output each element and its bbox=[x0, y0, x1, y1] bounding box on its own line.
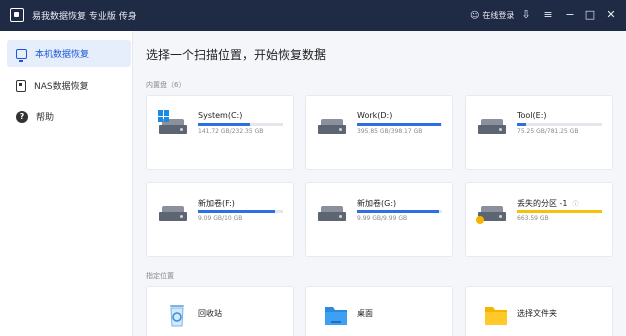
folder-icon bbox=[485, 307, 507, 325]
usage-bar-fill bbox=[517, 123, 526, 126]
usage-bar bbox=[198, 123, 283, 126]
usage-bar-fill bbox=[198, 123, 250, 126]
sidebar: 本机数据恢复 NAS数据恢复 ? 帮助 bbox=[0, 31, 133, 336]
refresh-icon[interactable]: ↻ bbox=[316, 47, 324, 58]
drive-name: Tool(E:) bbox=[517, 111, 547, 120]
sidebar-item-nas-recovery[interactable]: NAS数据恢复 bbox=[7, 72, 131, 99]
drive-size: 395.85 GB/398.17 GB bbox=[357, 128, 423, 135]
maximize-button[interactable]: □ bbox=[582, 7, 598, 23]
sidebar-item-label: NAS数据恢复 bbox=[34, 82, 89, 92]
location-card-desktop[interactable]: 桌面 bbox=[305, 286, 453, 336]
export-icon[interactable]: ⇩ bbox=[518, 7, 534, 23]
drive-icon bbox=[478, 119, 506, 134]
lost-partition-icon bbox=[476, 206, 506, 224]
drive-card-e[interactable]: Tool(E:) 75.25 GB/781.25 GB bbox=[465, 95, 613, 170]
location-card-select-folder[interactable]: 选择文件夹 bbox=[465, 286, 613, 336]
nas-icon bbox=[16, 79, 26, 92]
usage-bar bbox=[357, 210, 442, 213]
drive-name: 丢失的分区 -1 bbox=[517, 199, 568, 208]
app-logo-icon bbox=[10, 8, 24, 22]
menu-icon[interactable]: ≡ bbox=[540, 7, 556, 23]
usage-bar bbox=[517, 210, 602, 213]
usage-bar-fill bbox=[198, 210, 276, 213]
login-label: 在线登录 bbox=[482, 11, 515, 20]
drive-card-d[interactable]: Work(D:) 395.85 GB/398.17 GB bbox=[305, 95, 453, 170]
drive-card-lost-partition[interactable]: 丢失的分区 -1 ⓘ 663.59 GB bbox=[465, 182, 613, 257]
usage-bar bbox=[357, 123, 442, 126]
drive-card-f[interactable]: 新加卷(F:) 9.09 GB/10 GB bbox=[146, 182, 294, 257]
drive-icon bbox=[159, 206, 187, 221]
drive-card-c[interactable]: System(C:) 141.72 GB/232.35 GB bbox=[146, 95, 294, 170]
drive-name: 新加卷(G:) bbox=[357, 199, 397, 208]
drive-size: 9.09 GB/10 GB bbox=[198, 215, 243, 222]
drive-size: 663.59 GB bbox=[517, 215, 549, 222]
drive-icon bbox=[318, 206, 346, 221]
drive-icon bbox=[318, 119, 346, 134]
usage-bar-fill bbox=[517, 210, 602, 213]
info-icon[interactable]: ⓘ bbox=[573, 201, 579, 208]
close-button[interactable]: ✕ bbox=[603, 7, 619, 23]
login-button[interactable]: ☺ 在线登录 bbox=[470, 8, 514, 23]
help-icon: ? bbox=[16, 110, 28, 123]
warning-icon bbox=[476, 216, 484, 224]
user-icon: ☺ bbox=[470, 10, 480, 21]
usage-bar-fill bbox=[357, 123, 442, 126]
recycle-bin-icon bbox=[170, 305, 184, 327]
usage-bar bbox=[198, 210, 283, 213]
sidebar-item-label: 本机数据恢复 bbox=[35, 50, 90, 60]
drive-size: 141.72 GB/232.35 GB bbox=[198, 128, 264, 135]
location-name: 选择文件夹 bbox=[517, 309, 557, 318]
windows-drive-icon bbox=[158, 110, 187, 134]
locations-section-label: 指定位置 bbox=[146, 272, 174, 280]
drive-name: Work(D:) bbox=[357, 111, 393, 120]
drive-size: 9.99 GB/9.99 GB bbox=[357, 215, 408, 222]
location-name: 桌面 bbox=[357, 309, 373, 318]
disks-section-label: 内置盘（6） bbox=[146, 81, 186, 89]
location-card-recycle-bin[interactable]: 回收站 bbox=[146, 286, 294, 336]
sidebar-item-label: 帮助 bbox=[36, 113, 55, 123]
title-bar: 易我数据恢复 专业版 传身 ☺ 在线登录 ⇩ ≡ − □ ✕ bbox=[0, 0, 626, 31]
drive-name: 新加卷(F:) bbox=[198, 199, 235, 208]
drive-name: System(C:) bbox=[198, 111, 243, 120]
sidebar-item-help[interactable]: ? 帮助 bbox=[7, 103, 131, 130]
minimize-button[interactable]: − bbox=[562, 7, 578, 23]
sidebar-item-local-recovery[interactable]: 本机数据恢复 bbox=[7, 40, 131, 67]
desktop-icon bbox=[325, 307, 347, 325]
drive-size: 75.25 GB/781.25 GB bbox=[517, 128, 579, 135]
page-title: 选择一个扫描位置，开始恢复数据 bbox=[146, 48, 327, 62]
computer-icon bbox=[16, 48, 27, 62]
usage-bar bbox=[517, 123, 602, 126]
location-name: 回收站 bbox=[198, 309, 222, 318]
app-title: 易我数据恢复 专业版 传身 bbox=[32, 12, 137, 22]
drive-card-g[interactable]: 新加卷(G:) 9.99 GB/9.99 GB bbox=[305, 182, 453, 257]
usage-bar-fill bbox=[357, 210, 439, 213]
